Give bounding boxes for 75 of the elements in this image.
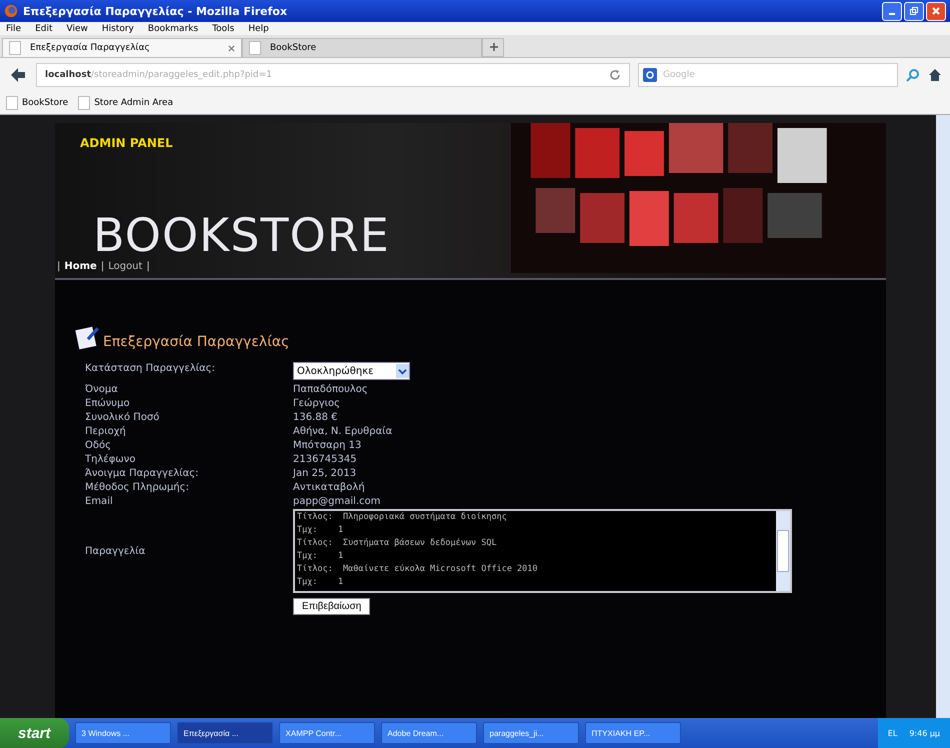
close-button[interactable] [926,2,946,20]
taskbar-button[interactable]: Επεξεργασία ... [176,722,273,744]
browser-tab[interactable]: Επεξεργασία Παραγγελίας [2,38,242,57]
browser-logo-icon [4,4,18,18]
nav-separator: | [100,261,104,272]
field-label: Επώνυμο [85,397,131,410]
field-label: Κατάσταση Παραγγελίας: [85,362,216,376]
home-icon[interactable] [928,68,942,82]
restore-icon [909,6,919,16]
clock: 9:46 μμ [909,728,940,738]
nav-separator: | [146,261,150,272]
field-value: Αθήνα, Ν. Ερυθραία [293,425,394,438]
nav-link[interactable]: Logout [108,261,142,272]
field-label: Περιοχή [85,425,127,438]
taskbar-button[interactable]: XAMPP Contr... [278,722,375,744]
field-label: Συνολικό Ποσό [85,411,160,424]
plus-icon [489,42,499,52]
field-value: Παπαδόπουλος [293,383,369,396]
window-title: Επεξεργασία Παραγγελίας - Mozilla Firefox [23,4,288,18]
field-value: Jan 25, 2013 [293,467,358,480]
bookmark-item[interactable]: Store Admin Area [78,96,174,110]
taskbar-button[interactable]: ΠΤΥΧΙΑΚΗ ΕΡ... [584,722,681,744]
reload-icon[interactable] [609,69,621,81]
field-value: Γεώργιος [293,397,341,410]
textarea-line: Τμχ: 1 [297,550,344,563]
field-label: Email [85,495,114,508]
field-label: Μέθοδος Πληρωμής: [85,481,190,494]
bookmark-item[interactable]: BookStore [6,96,68,110]
page-heading: Επεξεργασία Παραγγελίας [103,334,290,350]
address-field[interactable]: localhost/storeadmin/paraggeles_edit.php?pid=1 [36,63,630,87]
field-value: papp@gmail.com [293,495,382,508]
menu-item[interactable]: Bookmarks [148,24,198,34]
scrollbar[interactable] [776,511,790,591]
admin-panel-label: ADMIN PANEL [80,136,173,150]
menu-item[interactable]: History [102,24,134,34]
field-label: Παραγγελία [85,544,146,558]
textarea-line: Τμχ: 1 [297,524,344,537]
nav-link[interactable]: Home [64,261,97,272]
close-icon [931,6,941,16]
field-value: 136.88 € [293,411,339,424]
field-value: 2136745345 [293,453,358,466]
textarea-line: Τμχ: 1 [297,576,344,589]
menu-item[interactable]: View [66,24,88,34]
taskbar-button[interactable]: paraggeles_ji... [482,722,579,744]
menu-item[interactable]: Edit [35,24,52,34]
start-button[interactable]: start [0,718,69,748]
nav-separator: | [57,261,60,272]
menu-item[interactable]: Tools [212,24,234,34]
field-label: Άνοιγμα Παραγγελίας: [85,467,200,480]
page-scrollbar[interactable] [936,115,950,718]
field-value: Μπότσαρη 13 [293,439,362,452]
textarea-line: Τίτλος: Πληροφοριακά συστήματα διοίκησης [297,511,508,524]
textarea-line: Τίτλος: Συστήματα βάσεων δεδομένων SQL [297,537,498,550]
field-value: Αντικαταβολή [293,481,366,494]
status-dropdown[interactable]: Ολοκληρώθηκε [293,362,410,380]
confirm-button[interactable]: Επιβεβαίωση [293,598,370,615]
menu-item[interactable]: Help [248,24,269,34]
search-engine-icon[interactable] [643,68,657,82]
new-tab-button[interactable] [482,38,504,57]
close-tab-icon[interactable] [228,44,235,52]
minimize-icon [889,13,895,15]
site-title: BOOKSTORE [93,208,390,262]
edit-document-icon [75,324,101,350]
textarea-line: Τίτλος: Μαθαίνετε εύκολα Microsoft Office 2010 [297,563,539,576]
field-label: Όνομα [85,383,119,396]
restore-button[interactable] [904,2,924,20]
field-label: Τηλέφωνο [85,453,136,466]
taskbar-button[interactable]: 3 Windows ... [74,722,171,744]
field-label: Οδός [85,439,112,452]
order-items-textarea[interactable]: Τίτλος: Πληροφοριακά συστήματα διοίκησης Τμχ: 1 Τίτλος: Συστήματα βάσεων δεδομένων SQL Τμχ: 1 Τίτλος: Μαθαίνετε εύκολα Microsoft Office 2010 Τμχ: 1 [293,509,792,593]
minimize-button[interactable] [882,2,902,20]
menu-item[interactable]: File [6,24,22,34]
taskbar-button[interactable]: Adobe Dream... [380,722,477,744]
browser-tab[interactable]: BookStore [242,38,482,57]
search-icon[interactable] [906,68,920,82]
